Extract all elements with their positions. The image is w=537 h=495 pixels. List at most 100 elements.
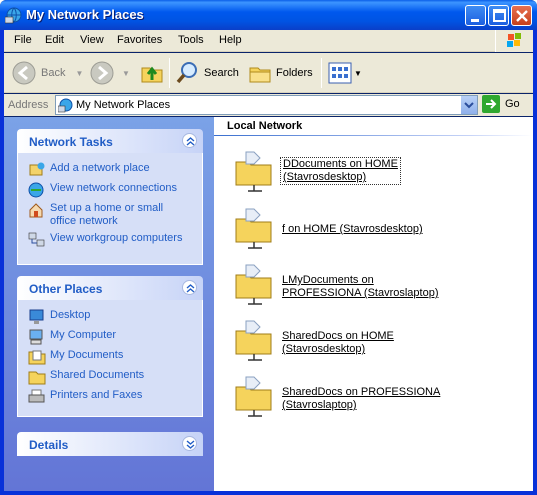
back-arrow-icon [12,61,36,85]
back-dropdown-icon[interactable]: ▼ [75,69,83,78]
menu-help[interactable]: Help [219,34,242,46]
address-bar: Address My Network Places Go [4,94,533,116]
place-my-computer[interactable]: My Computer [28,329,116,345]
network-tasks-panel: Network Tasks Add a network place View n… [17,129,203,265]
window-frame-right [533,30,537,495]
menu-view[interactable]: View [80,34,104,46]
toolbar-separator [169,58,170,88]
back-label: Back [41,67,66,79]
collapse-button[interactable] [182,133,197,148]
menu-tools[interactable]: Tools [178,34,204,46]
standard-toolbar: Back ▼ ▼ Search Folders ▼ [4,53,533,93]
other-places-header[interactable]: Other Places [17,276,203,300]
window-frame-left [0,30,4,495]
forward-button[interactable]: ▼ [90,61,130,85]
share-name: DDocuments on HOME (Stavrosdesktop) [280,157,401,185]
group-title: Local Network [227,120,303,132]
my-computer-icon [29,329,43,345]
minimize-icon [471,19,479,22]
task-label: View network connections [50,182,177,194]
network-folder-icon [235,208,272,249]
chevron-up-icon [186,137,195,146]
title-bar[interactable]: My Network Places [0,0,537,30]
windows-logo [495,30,533,52]
details-header[interactable]: Details [17,432,203,456]
back-button[interactable]: Back ▼ [12,61,83,85]
network-connections-icon [28,182,44,198]
chevron-down-icon [464,102,474,109]
close-button[interactable] [511,5,532,26]
expand-button[interactable] [182,436,197,451]
window-frame-bottom [0,491,537,495]
network-folder-icon [235,264,272,305]
printers-icon [28,389,45,403]
place-shared-documents[interactable]: Shared Documents [28,369,144,385]
workgroup-computers-icon [28,232,45,247]
menu-file[interactable]: File [14,34,32,46]
go-arrow-icon [482,95,500,113]
go-button[interactable]: Go [482,95,520,113]
chevron-down-icon [186,440,195,449]
forward-dropdown-icon[interactable]: ▼ [122,69,130,78]
network-share-item[interactable]: SharedDocs on PROFESSIONA (Stavroslaptop… [234,375,529,419]
details-title: Details [29,438,69,452]
shared-documents-icon [28,371,46,385]
folders-icon [249,67,271,83]
task-pane: Network Tasks Add a network place View n… [4,117,214,491]
views-icon [328,62,352,84]
up-folder-icon [141,66,163,83]
content-pane: Local Network DDocuments on HOME (Stavro… [214,117,533,491]
network-places-icon [5,7,22,24]
up-folder-button[interactable] [140,60,164,84]
collapse-button[interactable] [182,280,197,295]
maximize-button[interactable] [488,5,509,26]
network-places-icon [58,98,73,113]
place-label: Shared Documents [50,369,145,381]
search-button[interactable]: Search [176,61,239,85]
menu-edit[interactable]: Edit [45,34,64,46]
place-printers-and-faxes[interactable]: Printers and Faxes [28,389,142,405]
explorer-window: My Network Places File Edit View Favorit… [0,0,537,495]
menu-favorites[interactable]: Favorites [117,34,162,46]
place-label: My Computer [50,329,117,341]
menu-bar: File Edit View Favorites Tools Help [4,30,533,52]
address-field[interactable]: My Network Places [55,95,478,115]
task-view-workgroup-computers[interactable]: View workgroup computers [28,232,182,248]
search-label: Search [204,67,239,79]
home-network-icon [29,203,43,218]
task-view-network-connections[interactable]: View network connections [28,182,177,198]
folders-label: Folders [276,67,313,79]
network-share-item[interactable]: f on HOME (Stavrosdesktop) [234,207,529,251]
go-label: Go [505,98,520,110]
network-share-item[interactable]: LMyDocuments on PROFESSIONA (Stavroslapt… [234,263,529,307]
windows-flag-icon [507,33,521,47]
network-tasks-body: Add a network place View network connect… [17,153,203,265]
task-add-network-place[interactable]: Add a network place [28,162,150,178]
my-documents-icon [28,350,46,365]
share-name: SharedDocs on HOME (Stavrosdesktop) [282,330,394,355]
address-dropdown-button[interactable] [461,96,477,114]
views-dropdown-icon[interactable]: ▼ [354,69,362,78]
task-setup-home-network[interactable]: Set up a home or small office network [28,202,198,228]
task-label: Set up a home or small office network [50,202,164,227]
network-share-item[interactable]: DDocuments on HOME (Stavrosdesktop) [234,150,529,194]
network-tasks-header[interactable]: Network Tasks [17,129,203,153]
network-folder-icon [235,376,272,417]
maximize-icon [493,9,506,22]
share-name: SharedDocs on PROFESSIONA (Stavroslaptop… [282,386,441,411]
search-icon [176,62,197,84]
folders-button[interactable]: Folders [248,61,313,85]
place-my-documents[interactable]: My Documents [28,349,123,365]
network-share-item[interactable]: SharedDocs on HOME (Stavrosdesktop) [234,319,529,363]
place-desktop[interactable]: Desktop [28,309,90,325]
task-label: View workgroup computers [50,232,183,244]
network-folder-icon [235,320,272,361]
other-places-title: Other Places [29,282,103,296]
place-label: My Documents [50,349,124,361]
views-button[interactable]: ▼ [328,62,362,84]
window-title: My Network Places [26,7,144,22]
add-network-place-icon [29,162,45,176]
details-panel: Details [17,432,203,456]
share-name: f on HOME (Stavrosdesktop) [282,223,423,235]
minimize-button[interactable] [465,5,486,26]
